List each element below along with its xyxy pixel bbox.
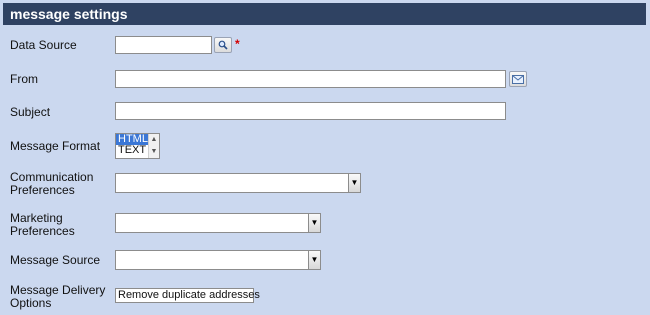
communication-preferences-label: Communication Preferences — [10, 171, 93, 197]
required-marker: * — [235, 37, 240, 51]
chevron-down-icon[interactable]: ▼ — [308, 214, 320, 232]
chevron-down-icon[interactable]: ▼ — [348, 174, 360, 192]
marketing-preferences-select[interactable]: ▼ — [115, 213, 321, 233]
chevron-down-icon[interactable]: ▼ — [308, 251, 320, 269]
message-source-select[interactable]: ▼ — [115, 250, 321, 270]
panel-header: message settings — [3, 3, 646, 25]
message-source-label: Message Source — [10, 253, 101, 267]
message-delivery-options-value: Remove duplicate addresses — [115, 288, 260, 303]
message-delivery-options-label: Message Delivery Options — [10, 284, 105, 310]
subject-label: Subject — [10, 105, 51, 119]
message-format-listbox[interactable]: HTML TEXT ▲ ▼ — [115, 133, 160, 159]
magnifier-icon — [218, 40, 228, 50]
envelope-icon — [512, 74, 524, 84]
from-label: From — [10, 72, 38, 86]
marketing-preferences-label-line2: Preferences — [10, 224, 75, 238]
message-settings-panel: message settings Data Source * From Subj… — [0, 0, 650, 315]
data-source-lookup-button[interactable] — [214, 37, 232, 53]
communication-preferences-select[interactable]: ▼ — [115, 173, 361, 193]
marketing-preferences-label: Marketing Preferences — [10, 212, 75, 238]
from-input[interactable] — [115, 70, 506, 88]
communication-preferences-label-line2: Preferences — [10, 183, 75, 197]
message-delivery-options-label-line2: Options — [10, 296, 52, 310]
address-book-button[interactable] — [509, 71, 527, 87]
message-format-label: Message Format — [10, 139, 101, 153]
subject-input[interactable] — [115, 102, 506, 120]
data-source-label: Data Source — [10, 38, 77, 52]
listbox-scrollbar[interactable]: ▲ ▼ — [148, 134, 159, 158]
data-source-input[interactable] — [115, 36, 212, 54]
